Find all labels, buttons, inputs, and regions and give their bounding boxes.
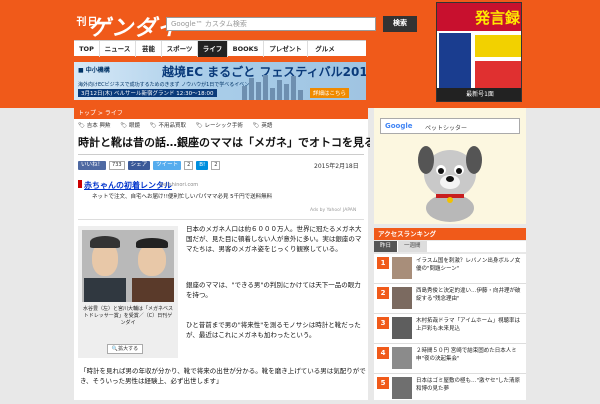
magazine-cover-label[interactable]: 最新号1面 — [437, 88, 521, 101]
ranking-tab-yesterday[interactable]: 昨日 — [374, 241, 398, 252]
ad-banner-cta-button[interactable]: 詳細はこちら — [310, 88, 350, 98]
ranking-link[interactable]: ２時間５０円 宮崎で結束固めた日本人ミ申"夜の決起集会" — [416, 348, 517, 362]
rank-number: 1 — [377, 257, 389, 269]
ranking-link[interactable]: イラスム国を刺激？レバノン出身ボルノ女優の"問題シーン" — [416, 258, 520, 272]
ranking-header: アクセスランキング — [374, 228, 526, 240]
cover-red-block — [475, 61, 521, 89]
ads-by-yahoo-label[interactable]: Ads by Yahoo! JAPAN — [310, 208, 356, 213]
google-logo: Google — [385, 122, 413, 130]
ranking-thumbnail[interactable] — [392, 257, 412, 279]
tag-link[interactable]: 🏷 眼鏡 — [120, 123, 140, 129]
article-paragraph: 「時計を見れば男の年収が分かり、靴で将来の出世が分かる。靴を磨き上げている男は気… — [80, 367, 366, 385]
text-ad-url[interactable]: bellshinori.com — [160, 182, 198, 188]
ad-banner-sponsor: ■ 中小機構 — [78, 67, 110, 74]
ad-banner[interactable]: ■ 中小機構 越境EC まるごと フェスティバル2015 海外向けECビジネスで… — [74, 62, 366, 100]
sidebar: Google ペットシッター アクセスランキング 昨日 一週間 1 イラスム国を… — [370, 108, 526, 400]
nav-tab-life[interactable]: ライフ — [198, 41, 228, 57]
article-paragraph: 日本のメガネ人口は約６０００万人。世界に冠たるメガネ大国だが、見た目に頓着しない… — [186, 225, 362, 253]
nav-tab-present[interactable]: プレゼント — [264, 41, 308, 57]
photo-caption: 水谷豊（左）と宮川大輔は「メガネベストドレッサー賞」を受賞／（C）日刊ゲンダイ — [82, 306, 174, 326]
rank-number: 3 — [377, 317, 389, 329]
publish-date: 2015年2月18日 — [314, 163, 359, 170]
ranking-link[interactable]: 日本はゴミ屋敷の極も…"激ヤセ"した清原和博の見た夢 — [416, 378, 520, 392]
facebook-share-button[interactable]: シェア — [127, 160, 151, 170]
tweet-button[interactable]: ツイート — [153, 160, 182, 170]
search-button[interactable]: 検索 — [383, 16, 417, 32]
tag-link[interactable]: 🏷 吉本 興勲 — [78, 123, 110, 129]
ranking-tab-week[interactable]: 一週間 — [398, 241, 427, 252]
article-photo[interactable] — [82, 230, 174, 302]
google-search-ad[interactable]: Google ペットシッター — [380, 118, 520, 134]
tag-link[interactable]: 🏷 英語 — [253, 123, 273, 129]
dog-illustration — [418, 146, 482, 222]
ranking-thumbnail[interactable] — [392, 377, 412, 399]
tag-label: レーシック手術 — [204, 123, 243, 129]
global-nav: TOP ニュース 芸能 スポーツ ライフ BOOKS プレゼント グルメ — [74, 40, 366, 57]
ad-banner-skyline — [242, 74, 308, 100]
tag-label: 英語 — [261, 123, 273, 129]
article-photo-box: 水谷豊（左）と宮川大輔は「メガネベストドレッサー賞」を受賞／（C）日刊ゲンダイ — [78, 226, 178, 358]
ad-banner-subtitle: 海外向けECビジネスで成功するためのきまず ノウハウが1日で学べるイベント — [78, 82, 255, 88]
nav-tab-top[interactable]: TOP — [74, 41, 100, 57]
sidebar-ad[interactable]: Google ペットシッター — [374, 108, 526, 224]
ranking-thumbnail[interactable] — [392, 347, 412, 369]
tag-label: 眼鏡 — [128, 123, 140, 129]
ranking-thumbnail[interactable] — [392, 287, 412, 309]
like-count: 733 — [109, 160, 125, 170]
nav-tab-news[interactable]: ニュース — [100, 41, 136, 57]
ranking-thumbnail[interactable] — [392, 317, 412, 339]
google-search-query: ペットシッター — [425, 125, 468, 132]
social-share-row: いいね！ 733 シェア ツイート 2 B! 2 — [78, 160, 221, 170]
ranking-link[interactable]: 西島秀俊と決定的違い…伊藤・向井理が破綻する"残念理由" — [416, 288, 521, 302]
ranking-item[interactable]: 1 イラスム国を刺激？レバノン出身ボルノ女優の"問題シーン" — [374, 254, 526, 284]
hatena-count: 2 — [211, 160, 221, 170]
nav-tab-entertainment[interactable]: 芸能 — [136, 41, 162, 57]
tag-label: 吉本 興勲 — [86, 123, 111, 129]
cover-yellow-block — [475, 35, 521, 57]
nav-tab-sports[interactable]: スポーツ — [162, 41, 198, 57]
rank-number: 4 — [377, 347, 389, 359]
ranking-item[interactable]: 3 木村拓哉ドラマ「アイムホーム」視聴率は上戸彩も未来見込 — [374, 314, 526, 344]
text-ad-title[interactable]: 赤ちゃんの初着レンタル — [84, 180, 172, 191]
breadcrumb[interactable]: トップ > ライフ — [74, 108, 368, 119]
text-ad-description: ネットで注文、自宅へお届け!!便利忙しいパパママ必見 5千円で送料無料 — [92, 194, 273, 200]
tag-link[interactable]: 🏷 不用品買取 — [150, 123, 186, 129]
tag-link[interactable]: 🏷 レーシック手術 — [196, 123, 243, 129]
article-main: トップ > ライフ 🏷 吉本 興勲 🏷 眼鏡 🏷 不用品買取 🏷 レーシック手術… — [74, 108, 375, 400]
article-paragraph: ひと昔前まで男の"将来性"を測るモノサシは時計と靴だったが、最近はこれにメガネも… — [186, 321, 361, 339]
tag-label: 不用品買取 — [158, 123, 186, 129]
ranking-tabs: 昨日 一週間 — [374, 241, 526, 252]
ad-marker — [78, 180, 82, 188]
zoom-button[interactable]: 🔍拡大する — [107, 344, 143, 354]
facebook-like-button[interactable]: いいね！ — [78, 160, 107, 170]
rank-number: 5 — [377, 377, 389, 389]
search-input[interactable]: Google™ カスタム検索 — [166, 17, 376, 31]
ranking-item[interactable]: 4 ２時間５０円 宮崎で結束固めた日本人ミ申"夜の決起集会" — [374, 344, 526, 374]
ranking-list: 1 イラスム国を刺激？レバノン出身ボルノ女優の"問題シーン" 2 西島秀俊と決定… — [374, 254, 526, 400]
article-paragraph: 銀座のママは、"できる男"の判別にかけては天下一品の眼力を持つ。 — [186, 281, 361, 299]
magazine-cover[interactable]: 発言録 最新号1面 — [436, 2, 522, 102]
text-ad[interactable]: 赤ちゃんの初着レンタル bellshinori.com ネットで注文、自宅へお届… — [78, 180, 364, 220]
ad-banner-date: 3月12日(木) ベルサール新宿グランド 12:30～18:00 — [78, 89, 217, 97]
tweet-count: 2 — [184, 160, 194, 170]
zoom-label: 拡大する — [118, 346, 139, 352]
ranking-link[interactable]: 木村拓哉ドラマ「アイムホーム」視聴率は上戸彩も未来見込 — [416, 318, 520, 332]
article-title: 時計と靴は昔の話…銀座のママは「メガネ」でオトコを見る — [78, 136, 375, 155]
ranking-item[interactable]: 2 西島秀俊と決定的違い…伊藤・向井理が破綻する"残念理由" — [374, 284, 526, 314]
site-header: 日刊 ゲンダイ Google™ カスタム検索 検索 TOP ニュース 芸能 スポ… — [0, 0, 600, 108]
tag-row: 🏷 吉本 興勲 🏷 眼鏡 🏷 不用品買取 🏷 レーシック手術 🏷 英語 — [78, 121, 280, 129]
nav-tab-gourmet[interactable]: グルメ — [308, 41, 342, 57]
cover-photo-block — [439, 33, 471, 89]
rank-number: 2 — [377, 287, 389, 299]
cover-headline: 発言録 — [475, 9, 521, 27]
nav-tab-books[interactable]: BOOKS — [228, 41, 264, 57]
hatena-bookmark-button[interactable]: B! — [196, 160, 209, 170]
